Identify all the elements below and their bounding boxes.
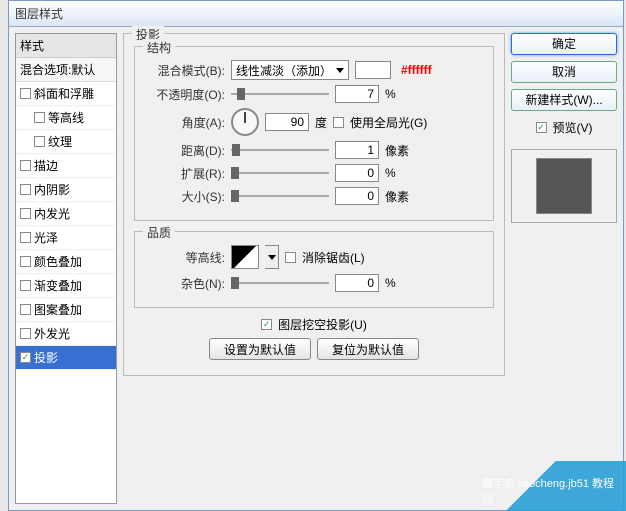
distance-input[interactable]: 1 bbox=[335, 141, 379, 159]
sidebar-item-label: 图案叠加 bbox=[34, 301, 82, 318]
distance-label: 距离(D): bbox=[145, 142, 225, 159]
angle-dial[interactable] bbox=[231, 108, 259, 136]
size-input[interactable]: 0 bbox=[335, 187, 379, 205]
quality-group: 品质 等高线: 消除锯齿(L) 杂色(N): 0 % bbox=[134, 231, 494, 308]
sidebar-item[interactable]: 纹理 bbox=[16, 130, 116, 154]
sidebar-item-label: 等高线 bbox=[48, 109, 84, 126]
sidebar-item-label: 光泽 bbox=[34, 229, 58, 246]
style-checkbox[interactable] bbox=[20, 328, 31, 339]
sidebar-item-label: 描边 bbox=[34, 157, 58, 174]
reset-default-button[interactable]: 复位为默认值 bbox=[317, 338, 419, 360]
sidebar-item[interactable]: 渐变叠加 bbox=[16, 274, 116, 298]
contour-picker[interactable] bbox=[231, 245, 259, 269]
px-unit: 像素 bbox=[385, 188, 409, 205]
sidebar-item-label: 内发光 bbox=[34, 205, 70, 222]
dialog-window: 图层样式 样式 混合选项:默认 斜面和浮雕等高线纹理描边内阴影内发光光泽颜色叠加… bbox=[8, 0, 624, 511]
opacity-label: 不透明度(O): bbox=[145, 86, 225, 103]
distance-slider[interactable] bbox=[231, 143, 329, 157]
spread-slider[interactable] bbox=[231, 166, 329, 180]
percent-unit: % bbox=[385, 87, 396, 101]
style-checkbox[interactable] bbox=[20, 256, 31, 267]
structure-title: 结构 bbox=[143, 39, 175, 56]
sidebar-item[interactable]: 描边 bbox=[16, 154, 116, 178]
sidebar-item-label: 内阴影 bbox=[34, 181, 70, 198]
chevron-down-icon bbox=[268, 255, 276, 260]
preview-label: 预览(V) bbox=[553, 119, 593, 136]
style-checkbox[interactable] bbox=[34, 112, 45, 123]
style-checkbox[interactable] bbox=[20, 304, 31, 315]
blend-mode-select[interactable]: 线性减淡（添加） bbox=[231, 60, 349, 80]
make-default-button[interactable]: 设置为默认值 bbox=[209, 338, 311, 360]
noise-label: 杂色(N): bbox=[145, 275, 225, 292]
contour-label: 等高线: bbox=[145, 249, 225, 266]
percent-unit: % bbox=[385, 276, 396, 290]
sidebar-item[interactable]: 内阴影 bbox=[16, 178, 116, 202]
chevron-down-icon bbox=[336, 68, 344, 73]
titlebar[interactable]: 图层样式 bbox=[9, 1, 623, 27]
window-title: 图层样式 bbox=[15, 5, 63, 22]
px-unit: 像素 bbox=[385, 142, 409, 159]
noise-input[interactable]: 0 bbox=[335, 274, 379, 292]
opacity-input[interactable]: 7 bbox=[335, 85, 379, 103]
sidebar-item-label: 投影 bbox=[34, 349, 58, 366]
antialias-label: 消除锯齿(L) bbox=[302, 249, 365, 266]
global-light-checkbox[interactable] bbox=[333, 117, 344, 128]
blending-options-item[interactable]: 混合选项:默认 bbox=[16, 58, 116, 82]
shadow-color-hex: #ffffff bbox=[401, 63, 432, 77]
sidebar-item-label: 外发光 bbox=[34, 325, 70, 342]
style-checkbox[interactable] bbox=[20, 208, 31, 219]
cancel-button[interactable]: 取消 bbox=[511, 61, 617, 83]
sidebar-item-label: 斜面和浮雕 bbox=[34, 85, 94, 102]
ok-button[interactable]: 确定 bbox=[511, 33, 617, 55]
sidebar-item[interactable]: 图案叠加 bbox=[16, 298, 116, 322]
drop-shadow-group: 投影 结构 混合模式(B): 线性减淡（添加） #ffffff 不透明度(O): bbox=[123, 33, 505, 376]
preview-panel bbox=[511, 149, 617, 223]
style-checkbox[interactable] bbox=[20, 352, 31, 363]
sidebar-item-label: 渐变叠加 bbox=[34, 277, 82, 294]
opacity-slider[interactable] bbox=[231, 87, 329, 101]
sidebar-item[interactable]: 外发光 bbox=[16, 322, 116, 346]
style-list-header: 样式 bbox=[16, 34, 116, 58]
sidebar-item[interactable]: 等高线 bbox=[16, 106, 116, 130]
contour-dropdown[interactable] bbox=[265, 245, 279, 269]
antialias-checkbox[interactable] bbox=[285, 252, 296, 263]
blend-mode-label: 混合模式(B): bbox=[145, 62, 225, 79]
style-checkbox[interactable] bbox=[20, 88, 31, 99]
style-checkbox[interactable] bbox=[34, 136, 45, 147]
style-list: 样式 混合选项:默认 斜面和浮雕等高线纹理描边内阴影内发光光泽颜色叠加渐变叠加图… bbox=[15, 33, 117, 504]
watermark: 趣宇典 jiaocheng.jb51 教程 网 bbox=[476, 461, 626, 511]
noise-slider[interactable] bbox=[231, 276, 329, 290]
new-style-button[interactable]: 新建样式(W)... bbox=[511, 89, 617, 111]
angle-unit: 度 bbox=[315, 114, 327, 131]
size-slider[interactable] bbox=[231, 189, 329, 203]
quality-title: 品质 bbox=[143, 224, 175, 241]
structure-group: 结构 混合模式(B): 线性减淡（添加） #ffffff 不透明度(O): bbox=[134, 46, 494, 221]
sidebar-item-label: 纹理 bbox=[48, 133, 72, 150]
sidebar-item[interactable]: 斜面和浮雕 bbox=[16, 82, 116, 106]
knockout-checkbox[interactable] bbox=[261, 319, 272, 330]
sidebar-item-label: 颜色叠加 bbox=[34, 253, 82, 270]
style-checkbox[interactable] bbox=[20, 232, 31, 243]
sidebar-item[interactable]: 光泽 bbox=[16, 226, 116, 250]
spread-label: 扩展(R): bbox=[145, 165, 225, 182]
preview-checkbox[interactable] bbox=[536, 122, 547, 133]
knockout-label: 图层挖空投影(U) bbox=[278, 316, 367, 333]
angle-input[interactable]: 90 bbox=[265, 113, 309, 131]
percent-unit: % bbox=[385, 166, 396, 180]
preview-swatch bbox=[536, 158, 592, 214]
angle-label: 角度(A): bbox=[145, 114, 225, 131]
style-checkbox[interactable] bbox=[20, 280, 31, 291]
spread-input[interactable]: 0 bbox=[335, 164, 379, 182]
sidebar-item[interactable]: 颜色叠加 bbox=[16, 250, 116, 274]
style-checkbox[interactable] bbox=[20, 184, 31, 195]
sidebar-item[interactable]: 投影 bbox=[16, 346, 116, 370]
shadow-color-swatch[interactable] bbox=[355, 61, 391, 79]
sidebar-item[interactable]: 内发光 bbox=[16, 202, 116, 226]
blend-mode-value: 线性减淡（添加） bbox=[236, 62, 332, 79]
size-label: 大小(S): bbox=[145, 188, 225, 205]
global-light-label: 使用全局光(G) bbox=[350, 114, 427, 131]
style-checkbox[interactable] bbox=[20, 160, 31, 171]
